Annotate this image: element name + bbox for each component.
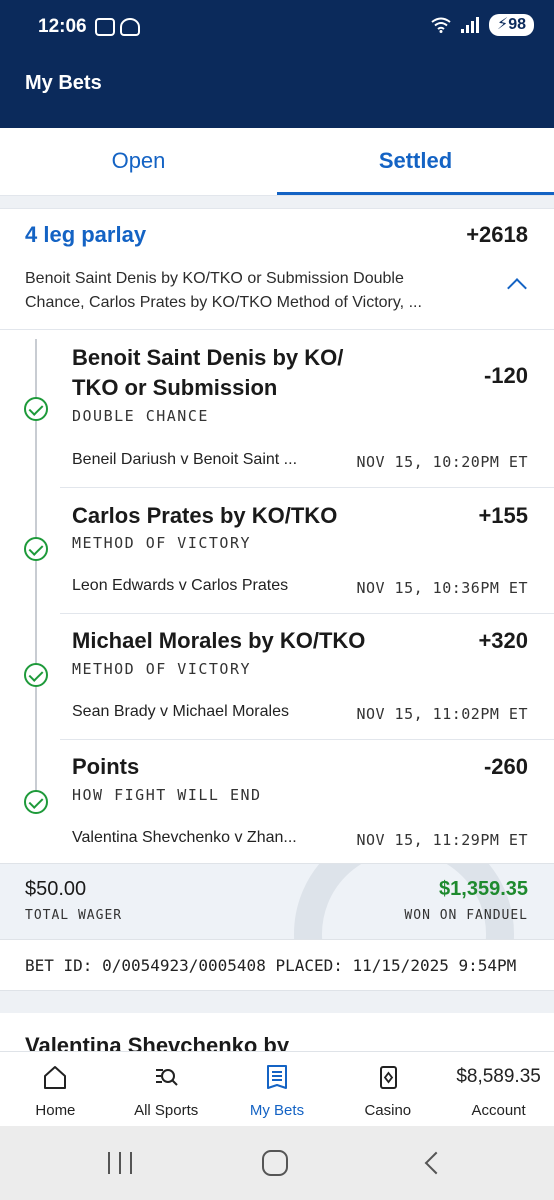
battery-level: 98 (508, 16, 526, 33)
page-title: My Bets (25, 72, 102, 94)
won-amount: $1,359.35 (439, 878, 528, 900)
leg-market: DOUBLE CHANCE (72, 407, 209, 425)
cards-icon (379, 1066, 397, 1089)
status-indicators: ⚡98 (431, 14, 534, 36)
check-circle-icon (24, 397, 48, 421)
leg-odds: -260 (483, 754, 528, 779)
tab-settled[interactable]: Settled (277, 128, 554, 195)
leg-event: Sean Brady v Michael Morales (72, 703, 289, 720)
back-icon[interactable] (424, 1151, 448, 1175)
leg-time: NOV 15, 10:36PM ET (356, 579, 528, 597)
nav-all-sports[interactable]: All Sports (111, 1052, 222, 1126)
nav-account[interactable]: $8,589.35 Account (443, 1052, 554, 1126)
nav-label: All Sports (134, 1102, 199, 1119)
leg-market: METHOD OF VICTORY (72, 534, 252, 552)
leg-market: METHOD OF VICTORY (72, 660, 252, 678)
chevron-up-icon[interactable] (507, 278, 527, 298)
leg-title: Carlos Prates by KO/TKO (72, 503, 338, 528)
leg-title: Points (72, 754, 140, 779)
nav-label: Home (35, 1102, 76, 1119)
leg-time: NOV 15, 11:02PM ET (356, 705, 528, 723)
nav-label: My Bets (249, 1102, 305, 1119)
bet-tabs: Open Settled (0, 128, 554, 196)
divider (0, 329, 554, 330)
wager-summary: $50.00 TOTAL WAGER $1,359.35 WON ON FAND… (0, 863, 554, 939)
system-nav-bar (0, 1126, 554, 1200)
bet-id-text: BET ID: 0/0054923/0005408 PLACED: 11/15/… (25, 956, 517, 975)
total-wager-amount: $50.00 (25, 878, 87, 900)
won-label: WON ON FANDUEL (404, 908, 528, 923)
spacer (0, 991, 554, 1013)
nav-home[interactable]: Home (0, 1052, 111, 1126)
home-icon (44, 1066, 67, 1089)
next-bet-card[interactable]: Valentina Shevchenko by (0, 1013, 554, 1051)
nav-casino[interactable]: Casino (332, 1052, 443, 1126)
next-bet-title: Valentina Shevchenko by (25, 1033, 290, 1051)
status-bar: 12:06 ⚡98 (0, 0, 554, 56)
check-circle-icon (24, 790, 48, 814)
check-circle-icon (24, 537, 48, 561)
leg-title: Benoit Saint Denis by KO/ TKO or Submiss… (72, 345, 344, 400)
leg-market: HOW FIGHT WILL END (72, 786, 262, 804)
screenshot-icon (95, 18, 115, 36)
leg-odds: +155 (478, 503, 528, 528)
leg-odds: +320 (478, 628, 528, 653)
divider (60, 487, 554, 488)
home-button-icon[interactable] (262, 1150, 288, 1176)
parlay-card[interactable]: 4 leg parlay +2618 Benoit Saint Denis by… (0, 208, 554, 863)
divider (60, 739, 554, 740)
leg-event: Beneil Dariush v Benoit Saint ... (72, 451, 298, 468)
tab-open[interactable]: Open (0, 128, 277, 195)
bottom-nav: Home All Sports My Bets Casino $8,589.35… (0, 1051, 554, 1126)
bet-id-row: BET ID: 0/0054923/0005408 PLACED: 11/15/… (0, 939, 554, 991)
nav-my-bets[interactable]: My Bets (222, 1052, 333, 1126)
parlay-odds: +2618 (466, 222, 528, 247)
leg-odds: -120 (483, 363, 528, 388)
leg-title: Michael Morales by KO/TKO (72, 628, 366, 653)
nav-label: Account (471, 1102, 526, 1119)
leg-event: Valentina Shevchenko v Zhan... (72, 829, 297, 846)
parlay-title: 4 leg parlay (25, 222, 147, 247)
watermark-graphic (294, 864, 514, 939)
total-wager-label: TOTAL WAGER (25, 908, 123, 923)
check-circle-icon (24, 663, 48, 687)
game-icon (120, 18, 140, 36)
nav-label: Casino (364, 1102, 412, 1119)
leg-event: Leon Edwards v Carlos Prates (72, 577, 289, 594)
search-sports-icon (156, 1069, 178, 1086)
battery-indicator: ⚡98 (488, 14, 534, 36)
app-header: 12:06 ⚡98 My Bets (0, 0, 554, 128)
recent-apps-icon[interactable] (108, 1152, 132, 1174)
leg-time: NOV 15, 11:29PM ET (356, 831, 528, 849)
divider (60, 613, 554, 614)
leg-time: NOV 15, 10:20PM ET (356, 453, 528, 471)
account-balance: $8,589.35 (456, 1066, 541, 1087)
signal-icon (460, 17, 479, 33)
betslip-icon (266, 1065, 287, 1089)
parlay-description: Benoit Saint Denis by KO/TKO or Submissi… (25, 270, 422, 311)
status-time: 12:06 (38, 16, 87, 37)
wifi-icon (431, 17, 451, 33)
spacer (0, 196, 554, 208)
